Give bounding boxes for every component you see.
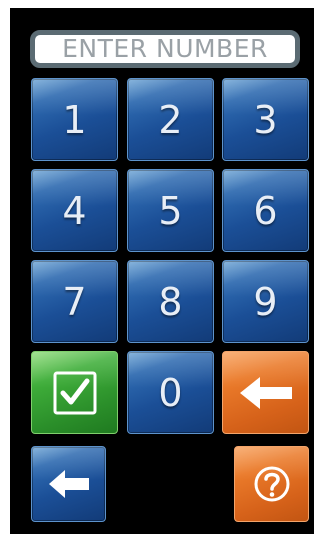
key-4-label: 4: [62, 188, 87, 233]
key-5[interactable]: 5: [127, 169, 214, 252]
help-button[interactable]: [234, 446, 309, 522]
key-2[interactable]: 2: [127, 78, 214, 161]
key-0-label: 0: [158, 370, 183, 415]
key-6[interactable]: 6: [222, 169, 309, 252]
key-1-label: 1: [62, 97, 87, 142]
key-9-label: 9: [253, 279, 278, 324]
keypad-panel: ENTER NUMBER 1 2 3 4 5 6 7 8 9 0: [10, 8, 314, 534]
key-9[interactable]: 9: [222, 260, 309, 343]
key-8-label: 8: [158, 279, 183, 324]
key-2-label: 2: [158, 97, 183, 142]
key-0[interactable]: 0: [127, 351, 214, 434]
check-icon: [53, 371, 96, 414]
backspace-button[interactable]: [222, 351, 309, 434]
key-3[interactable]: 3: [222, 78, 309, 161]
key-3-label: 3: [253, 97, 278, 142]
key-5-label: 5: [158, 188, 183, 233]
back-button[interactable]: [31, 446, 106, 522]
key-7[interactable]: 7: [31, 260, 118, 343]
key-8[interactable]: 8: [127, 260, 214, 343]
question-icon: [254, 466, 289, 502]
key-6-label: 6: [253, 188, 278, 233]
arrow-left-icon: [48, 470, 89, 498]
key-7-label: 7: [62, 279, 87, 324]
confirm-button[interactable]: [31, 351, 118, 434]
number-display-placeholder: ENTER NUMBER: [62, 34, 268, 63]
key-1[interactable]: 1: [31, 78, 118, 161]
number-display[interactable]: ENTER NUMBER: [30, 30, 300, 68]
arrow-left-icon: [239, 376, 292, 409]
key-4[interactable]: 4: [31, 169, 118, 252]
